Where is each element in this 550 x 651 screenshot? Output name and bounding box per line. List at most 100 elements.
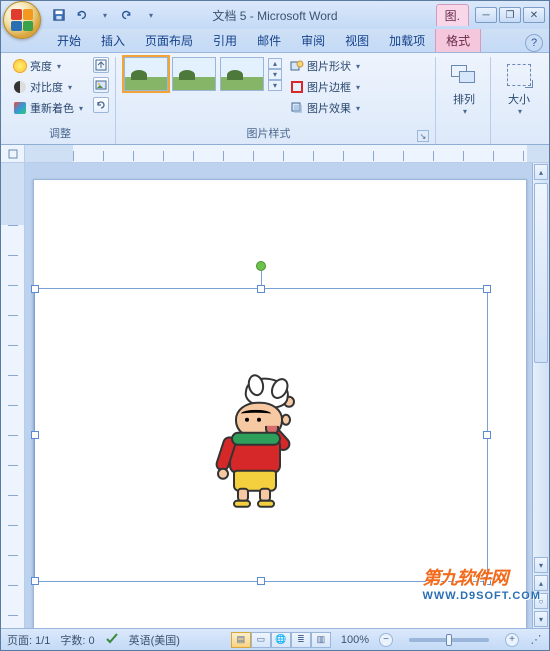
page[interactable] (33, 179, 527, 628)
zoom-level[interactable]: 100% (341, 634, 369, 646)
ruler-toggle[interactable] (1, 145, 25, 163)
tab-addins[interactable]: 加载项 (379, 28, 435, 52)
resize-handle-r[interactable] (483, 431, 491, 439)
view-outline[interactable]: ≣ (291, 632, 311, 648)
resize-handle-b[interactable] (257, 577, 265, 585)
save-icon[interactable] (51, 7, 67, 23)
change-picture-button[interactable] (93, 77, 109, 93)
picture-styles-launcher[interactable]: ↘ (417, 130, 429, 142)
resize-handle-tr[interactable] (483, 285, 491, 293)
qat-customize-icon[interactable]: ▾ (143, 7, 159, 23)
window-title: 文档 5 - Microsoft Word (212, 7, 337, 24)
scroll-up-button[interactable]: ▴ (534, 164, 548, 180)
contrast-button[interactable]: 对比度 ▾ (11, 78, 85, 96)
tab-mailings[interactable]: 邮件 (247, 28, 291, 52)
tab-page-layout[interactable]: 页面布局 (135, 28, 203, 52)
picture-styles-gallery[interactable]: ▴ ▾ ▾ (124, 57, 282, 91)
browse-object-button[interactable]: ○ (534, 593, 548, 609)
resize-handle-br[interactable] (483, 577, 491, 585)
arrange-button[interactable]: 排列 ▾ (444, 57, 484, 120)
tab-review[interactable]: 审阅 (291, 28, 335, 52)
close-button[interactable]: ✕ (523, 7, 545, 23)
style-thumb-1[interactable] (124, 57, 168, 91)
chevron-down-icon: ▾ (356, 104, 360, 113)
chevron-down-icon: ▾ (79, 104, 83, 113)
work-area: ▴ ▾ ▴ ○ ▾ 第九软件网 WWW.D9SOFT.COM (1, 163, 549, 628)
chevron-down-icon: ▾ (356, 83, 360, 92)
picture-effects-label: 图片效果 (307, 100, 351, 116)
redo-icon[interactable] (119, 7, 135, 23)
tab-format[interactable]: 格式 (435, 27, 481, 52)
style-thumb-3[interactable] (220, 57, 264, 91)
resize-grip-icon[interactable]: ⋰ (529, 633, 543, 646)
zoom-slider-thumb[interactable] (446, 634, 452, 646)
next-page-button[interactable]: ▾ (534, 611, 548, 627)
brightness-label: 亮度 (30, 58, 52, 74)
status-word-count[interactable]: 字数: 0 (60, 632, 94, 648)
gallery-scroll-down[interactable]: ▾ (268, 69, 282, 80)
office-button[interactable] (3, 1, 41, 39)
picture-content-cartoon (211, 378, 311, 508)
zoom-in-button[interactable]: + (505, 633, 519, 647)
status-page[interactable]: 页面: 1/1 (7, 632, 50, 648)
selected-picture[interactable] (34, 288, 488, 582)
tab-references[interactable]: 引用 (203, 28, 247, 52)
group-arrange: 排列 ▾ (438, 57, 491, 144)
gallery-scroll-up[interactable]: ▴ (268, 58, 282, 69)
compress-pictures-button[interactable] (93, 57, 109, 73)
picture-effects-icon (290, 101, 304, 115)
brightness-icon (14, 60, 26, 72)
view-full-screen[interactable]: ▭ (251, 632, 271, 648)
view-print-layout[interactable]: ▤ (231, 632, 251, 648)
restore-button[interactable]: ❐ (499, 7, 521, 23)
help-button[interactable]: ? (525, 34, 543, 52)
tab-home[interactable]: 开始 (47, 28, 91, 52)
quick-access-toolbar: ▾ ▾ (51, 7, 159, 23)
tab-view[interactable]: 视图 (335, 28, 379, 52)
zoom-slider[interactable] (409, 638, 489, 642)
tab-insert[interactable]: 插入 (91, 28, 135, 52)
style-thumb-2[interactable] (172, 57, 216, 91)
group-adjust-label: 调整 (11, 124, 109, 142)
gallery-expand[interactable]: ▾ (268, 80, 282, 91)
reset-picture-button[interactable] (93, 97, 109, 113)
view-draft[interactable]: ▥ (311, 632, 331, 648)
size-button[interactable]: 大小 ▾ (499, 57, 539, 120)
rotate-handle[interactable] (256, 261, 266, 271)
scroll-thumb[interactable] (534, 183, 548, 363)
document-viewport[interactable] (25, 163, 549, 628)
view-web-layout[interactable]: 🌐 (271, 632, 291, 648)
vertical-ruler[interactable] (1, 163, 25, 628)
group-arrange-label (444, 128, 484, 142)
undo-icon[interactable] (73, 7, 89, 23)
scroll-down-button[interactable]: ▾ (534, 557, 548, 573)
undo-dropdown-icon[interactable]: ▾ (97, 7, 113, 23)
status-proofing-icon[interactable] (105, 631, 119, 648)
picture-effects-button[interactable]: 图片效果 ▾ (288, 99, 362, 117)
ribbon: 亮度▾ 对比度▾ 重新着色▾ 调整 ▴ (1, 53, 549, 145)
horizontal-ruler[interactable] (25, 145, 549, 163)
contrast-label: 对比度 (30, 79, 63, 95)
picture-shape-button[interactable]: 图片形状▾ (288, 57, 362, 75)
status-bar: 页面: 1/1 字数: 0 英语(美国) ▤ ▭ 🌐 ≣ ▥ 100% − + … (1, 628, 549, 650)
ribbon-tabs: 开始 插入 页面布局 引用 邮件 审阅 视图 加载项 格式 ? (1, 29, 549, 53)
group-size: 大小 ▾ (493, 57, 545, 144)
vertical-scrollbar[interactable]: ▴ ▾ ▴ ○ ▾ (532, 163, 549, 628)
chevron-down-icon: ▾ (68, 83, 72, 92)
minimize-button[interactable]: ─ (475, 7, 497, 23)
office-logo-icon (11, 9, 33, 31)
resize-handle-tl[interactable] (31, 285, 39, 293)
status-language[interactable]: 英语(美国) (129, 632, 180, 648)
resize-handle-bl[interactable] (31, 577, 39, 585)
zoom-out-button[interactable]: − (379, 633, 393, 647)
size-icon (507, 64, 531, 86)
resize-handle-l[interactable] (31, 431, 39, 439)
scroll-track[interactable] (533, 181, 549, 556)
group-picture-styles: ▴ ▾ ▾ 图片形状▾ 图片边框▾ 图片效果▾ 图片样式 ↘ (118, 57, 436, 144)
size-label: 大小 (508, 91, 530, 107)
previous-page-button[interactable]: ▴ (534, 575, 548, 591)
recolor-button[interactable]: 重新着色▾ (11, 99, 85, 117)
resize-handle-t[interactable] (257, 285, 265, 293)
picture-border-button[interactable]: 图片边框▾ (288, 78, 362, 96)
brightness-button[interactable]: 亮度▾ (11, 57, 85, 75)
